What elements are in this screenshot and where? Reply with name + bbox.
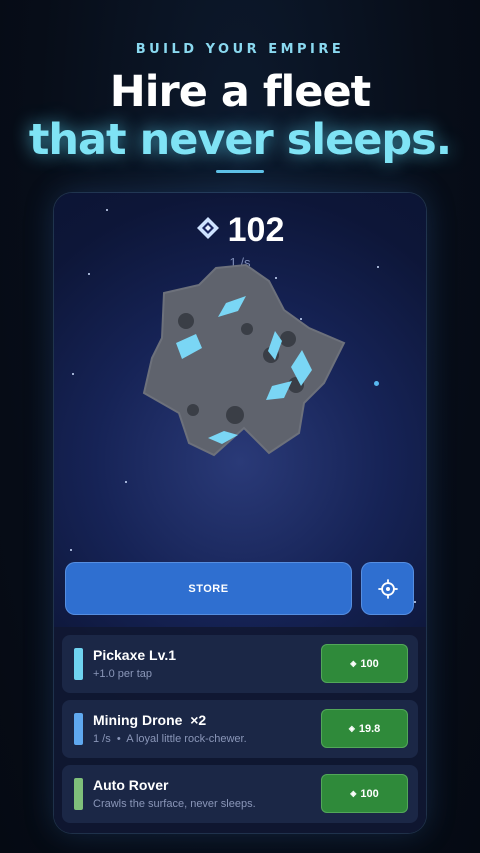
star — [125, 481, 127, 483]
game-screen: 102 1 /s STORE Pickaxe Lv.1 +1.0 per tap… — [54, 193, 426, 833]
gem-icon: ◈ — [348, 724, 355, 733]
upgrade-price: 100 — [360, 657, 379, 670]
store-button[interactable]: STORE — [65, 562, 352, 615]
upgrade-desc: +1.0 per tap — [93, 668, 153, 680]
eyebrow-text: BUILD YOUR EMPIRE — [135, 42, 345, 57]
upgrade-name: Pickaxe Lv.1 — [93, 647, 177, 663]
gem-icon: ◈ — [350, 659, 357, 668]
gem-icon — [196, 210, 220, 249]
upgrade-name: Auto Rover — [93, 777, 169, 793]
upgrade-card-mining-drone: Mining Drone ×2 1 /s • A loyal little ro… — [62, 700, 418, 758]
distant-planet — [374, 381, 379, 386]
buy-auto-rover-button[interactable]: ◈ 100 — [321, 774, 408, 813]
settings-button[interactable] — [361, 562, 414, 615]
gear-icon — [377, 578, 398, 599]
upgrade-price: 100 — [360, 787, 379, 800]
headline-line-2: that never sleeps. — [28, 115, 452, 165]
upgrade-desc: Crawls the surface, never sleeps. — [93, 798, 256, 810]
upgrade-color-bar — [74, 648, 83, 680]
headline-line-1: Hire a fleet — [109, 67, 371, 117]
score-value: 102 — [227, 211, 285, 249]
headline-divider — [216, 170, 264, 173]
upgrade-name: Mining Drone ×2 — [93, 712, 207, 728]
upgrade-card-pickaxe: Pickaxe Lv.1 +1.0 per tap ◈ 100 — [62, 635, 418, 693]
headline: Hire a fleet that never sleeps. — [0, 68, 480, 164]
upgrade-card-auto-rover: Auto Rover Crawls the surface, never sle… — [62, 765, 418, 823]
score-display: 102 — [54, 211, 426, 252]
asteroid[interactable] — [134, 263, 349, 478]
buy-pickaxe-button[interactable]: ◈ 100 — [321, 644, 408, 683]
upgrade-list: Pickaxe Lv.1 +1.0 per tap ◈ 100 Mining Dr… — [54, 627, 426, 833]
star — [414, 601, 416, 603]
upgrade-color-bar — [74, 778, 83, 810]
star — [72, 373, 74, 375]
gem-icon: ◈ — [350, 789, 357, 798]
upgrade-desc: 1 /s • A loyal little rock-chewer. — [93, 733, 247, 745]
upgrade-color-bar — [74, 713, 83, 745]
star — [70, 549, 72, 551]
upgrade-price: 19.8 — [358, 722, 381, 735]
buy-mining-drone-button[interactable]: ◈ 19.8 — [321, 709, 408, 748]
star — [88, 273, 90, 275]
